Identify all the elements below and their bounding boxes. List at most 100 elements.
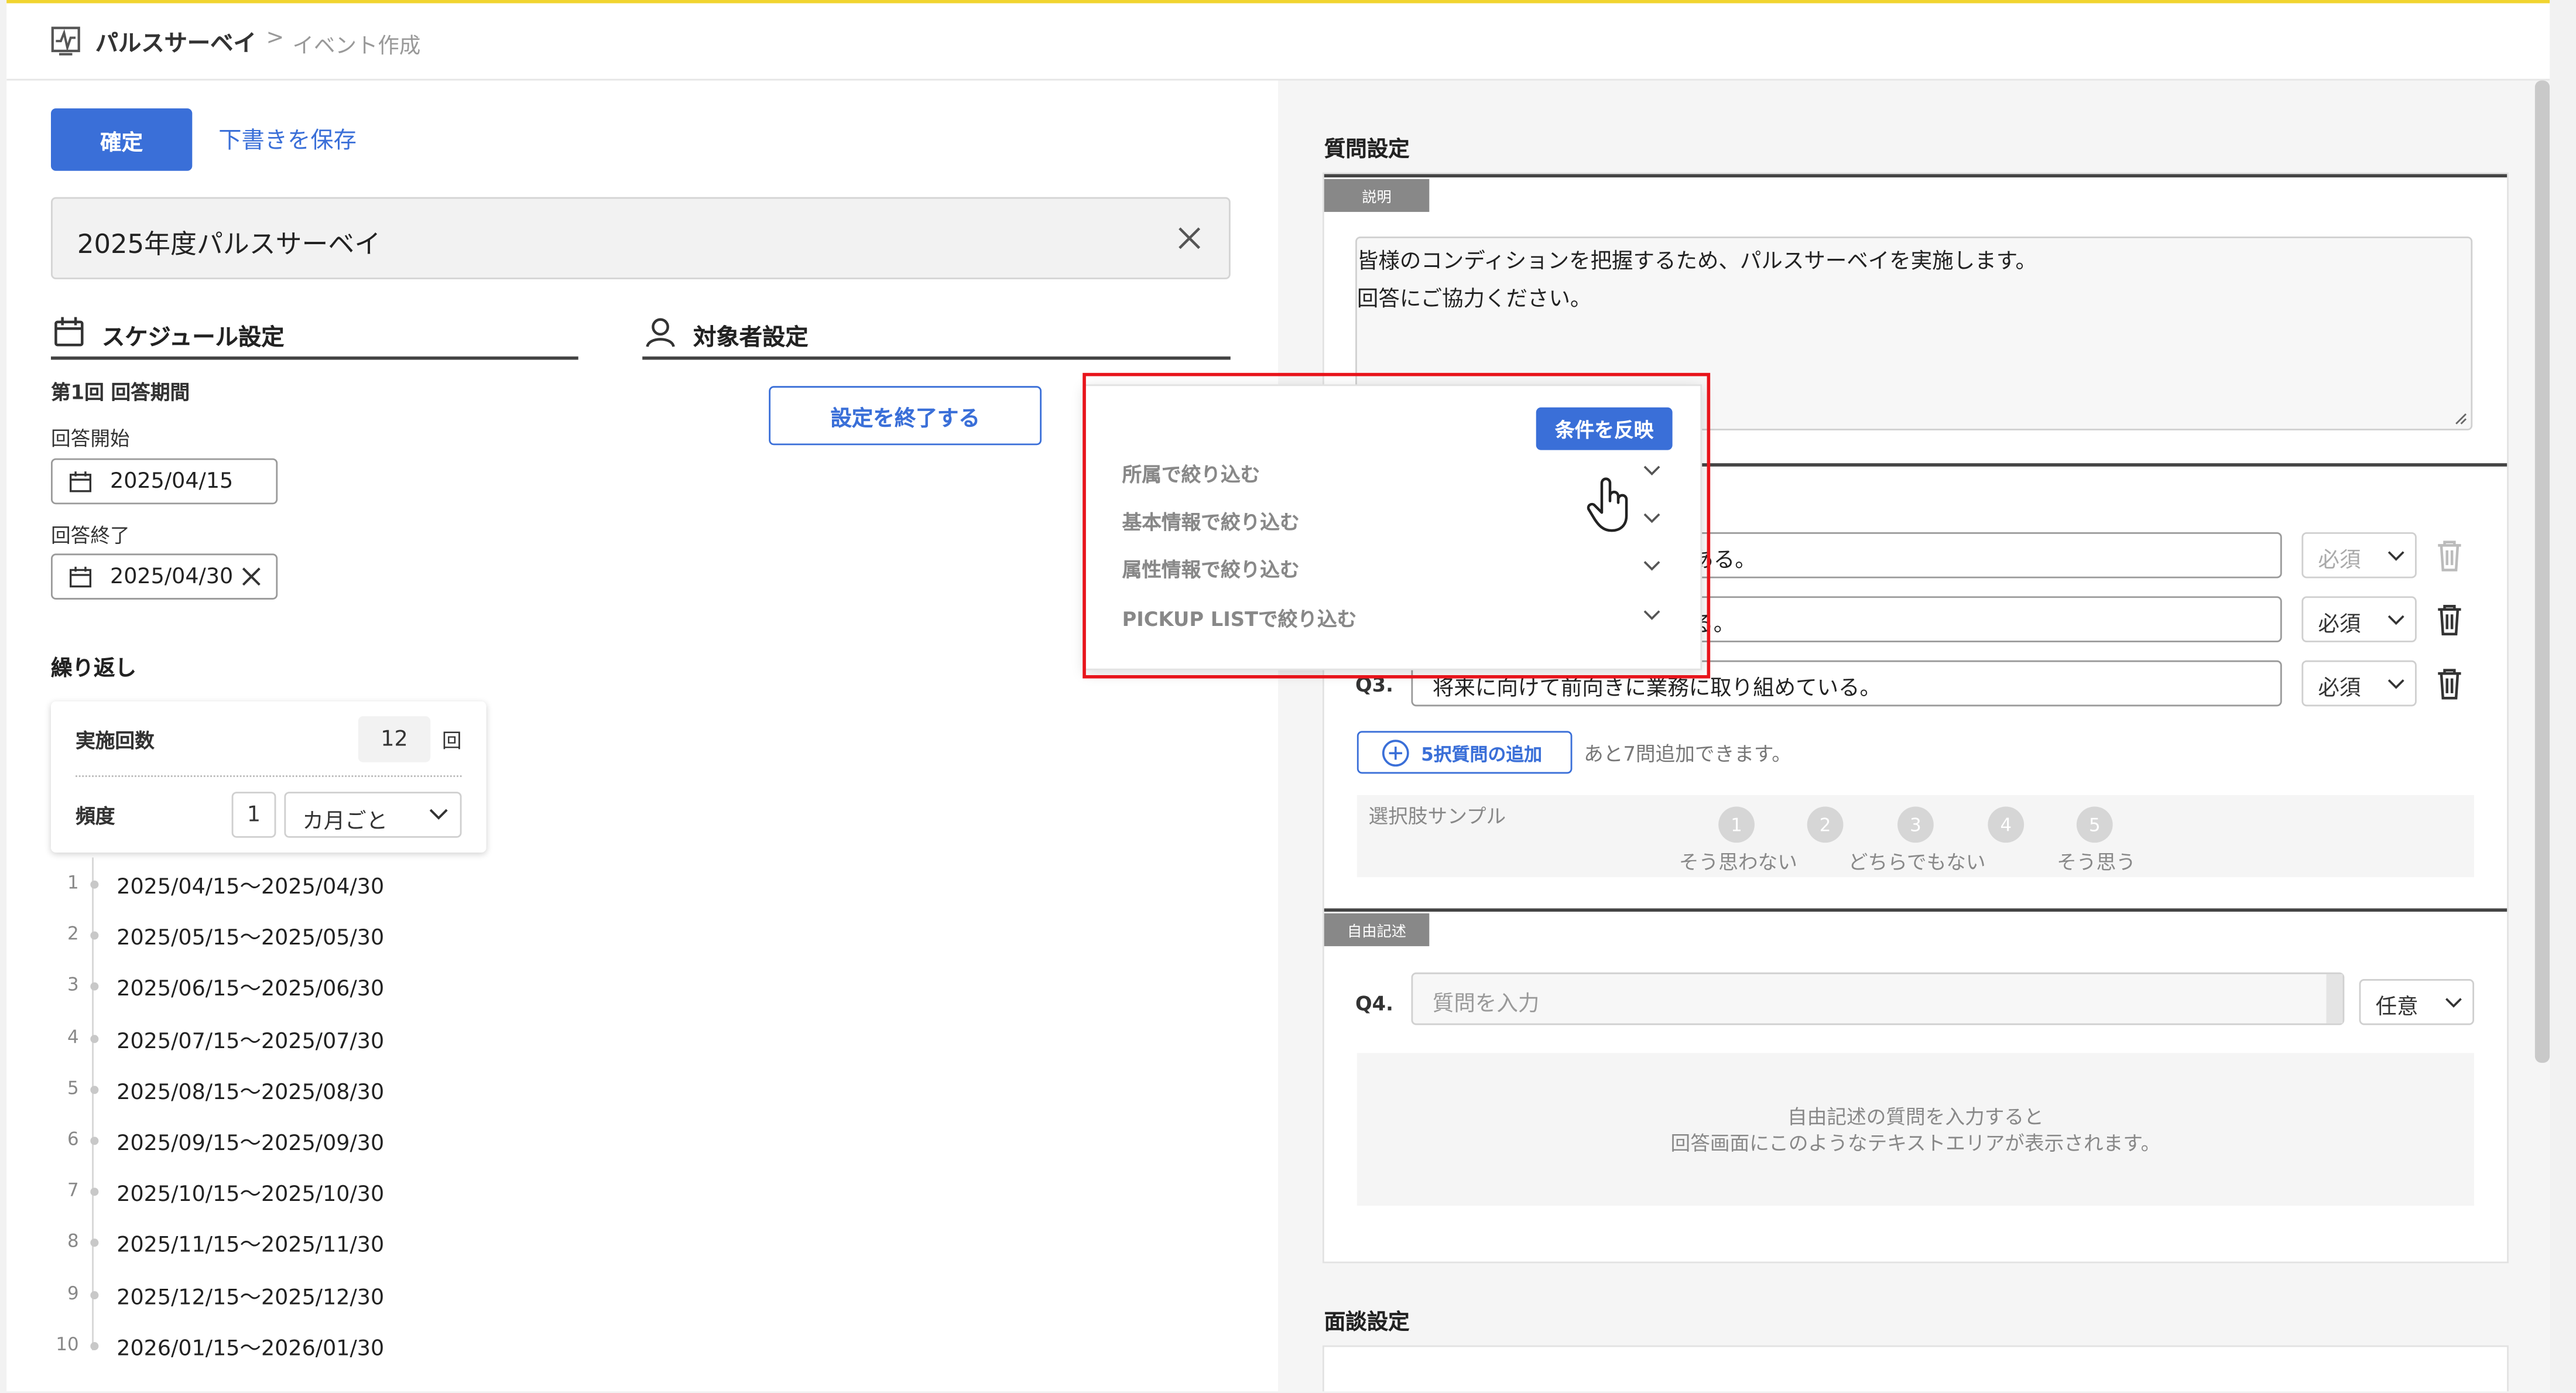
q2-trash-icon[interactable] bbox=[2435, 603, 2465, 636]
count-unit: 回 bbox=[441, 729, 462, 752]
timeline-dot bbox=[90, 1290, 99, 1299]
repeat-divider bbox=[76, 775, 462, 777]
end-date-value: 2025/04/30 bbox=[110, 565, 234, 590]
q1-trash-icon[interactable] bbox=[2435, 539, 2465, 571]
questions-heading: 質問設定 bbox=[1324, 138, 1410, 163]
pulse-app-icon bbox=[49, 25, 82, 57]
period-number: 10 bbox=[56, 1333, 79, 1355]
scale-label-low: そう思わない bbox=[1678, 851, 1797, 874]
start-date-field[interactable]: 2025/04/15 bbox=[50, 458, 278, 505]
period-number: 6 bbox=[67, 1128, 79, 1150]
clear-end-date-icon[interactable] bbox=[241, 567, 261, 587]
q3-required-select[interactable]: 必須 bbox=[2301, 660, 2417, 707]
period-range: 2025/07/15～2025/07/30 bbox=[117, 1029, 385, 1054]
freq-label: 頻度 bbox=[76, 805, 115, 828]
free-note-line2: 回答画面にこのようなテキストエリアが表示されます。 bbox=[1670, 1131, 2161, 1155]
scale-1: 1 bbox=[1718, 806, 1755, 843]
calendar-small-icon bbox=[69, 565, 92, 588]
start-label: 回答開始 bbox=[50, 427, 130, 450]
timeline-dot bbox=[90, 1034, 99, 1043]
chevron-down-icon bbox=[429, 808, 448, 821]
freq-input[interactable]: 1 bbox=[231, 792, 276, 838]
period-range: 2025/06/15～2025/06/30 bbox=[117, 978, 385, 1003]
period-range: 2025/08/15～2025/08/30 bbox=[117, 1080, 385, 1105]
add-question-label: 5択質問の追加 bbox=[1421, 744, 1542, 766]
interview-heading: 面談設定 bbox=[1324, 1310, 1410, 1336]
q4-scrollbar[interactable] bbox=[2326, 974, 2343, 1024]
description-line2: 回答にご協力ください。 bbox=[1356, 287, 1592, 313]
freq-unit-select[interactable]: カ月ごと bbox=[284, 792, 462, 838]
q1-required-select[interactable]: 必須 bbox=[2301, 532, 2417, 579]
q4-required-value: 任意 bbox=[2375, 995, 2419, 1021]
q4-label: Q4. bbox=[1355, 992, 1393, 1015]
chevron-down-icon bbox=[2445, 997, 2463, 1009]
period-label: 第1回 回答期間 bbox=[50, 381, 190, 405]
description-line1: 皆様のコンディションを把握するため、パルスサーベイを実施します。 bbox=[1356, 249, 2037, 275]
q4-required-select[interactable]: 任意 bbox=[2359, 979, 2475, 1025]
period-number: 2 bbox=[67, 923, 79, 945]
remaining-text: あと7問追加できます。 bbox=[1584, 742, 1791, 766]
q2-required-value: 必須 bbox=[2318, 612, 2361, 638]
repeat-heading: 繰り返し bbox=[50, 657, 136, 682]
user-icon bbox=[644, 316, 677, 348]
chevron-down-icon bbox=[2387, 679, 2405, 690]
save-draft-link[interactable]: 下書きを保存 bbox=[218, 123, 357, 156]
count-input[interactable]: 12 bbox=[358, 716, 431, 762]
count-label: 実施回数 bbox=[76, 729, 155, 752]
q2-required-select[interactable]: 必須 bbox=[2301, 596, 2417, 642]
interview-card bbox=[1322, 1345, 2509, 1392]
end-settings-button[interactable]: 設定を終了する bbox=[769, 386, 1042, 446]
timeline-dot bbox=[90, 1137, 99, 1145]
repeat-card: 実施回数 12 回 頻度 1 カ月ごと bbox=[50, 701, 487, 853]
start-date-value: 2025/04/15 bbox=[110, 470, 234, 495]
freq-unit-value: カ月ごと bbox=[302, 810, 388, 835]
period-number: 9 bbox=[67, 1282, 79, 1304]
resize-handle-icon[interactable] bbox=[2454, 412, 2467, 425]
period-number: 5 bbox=[67, 1077, 79, 1099]
end-date-field[interactable]: 2025/04/30 bbox=[50, 553, 278, 600]
timeline-dot bbox=[90, 1085, 99, 1094]
schedule-heading: スケジュール設定 bbox=[101, 325, 285, 352]
scale-4: 4 bbox=[1988, 806, 2025, 843]
scale-label-high: そう思う bbox=[2057, 851, 2136, 874]
breadcrumb-separator: > bbox=[266, 26, 285, 51]
scale-sample: 選択肢サンプル 1 2 3 4 5 そう思わない どちらでもない そう思う bbox=[1356, 795, 2475, 878]
timeline-dot bbox=[90, 932, 99, 940]
sample-label: 選択肢サンプル bbox=[1368, 805, 1506, 828]
free-text-tag: 自由記述 bbox=[1324, 913, 1430, 946]
period-range: 2026/01/15～2026/01/30 bbox=[117, 1337, 385, 1362]
q4-input[interactable]: 質問を入力 bbox=[1411, 972, 2345, 1025]
target-heading: 対象者設定 bbox=[693, 325, 809, 352]
period-range: 2025/12/15～2025/12/30 bbox=[117, 1285, 385, 1310]
clear-title-icon[interactable] bbox=[1176, 225, 1203, 251]
period-number: 7 bbox=[67, 1179, 79, 1202]
period-range: 2025/11/15～2025/11/30 bbox=[117, 1234, 385, 1259]
timeline-dot bbox=[90, 1187, 99, 1196]
event-title-input[interactable]: 2025年度パルスサーベイ bbox=[50, 197, 1231, 279]
breadcrumb-app[interactable]: パルスサーベイ bbox=[95, 26, 256, 59]
confirm-button[interactable]: 確定 bbox=[50, 108, 193, 171]
period-range: 2025/10/15～2025/10/30 bbox=[117, 1183, 385, 1208]
window-scrollbar[interactable] bbox=[2534, 80, 2550, 1063]
end-label: 回答終了 bbox=[50, 523, 130, 547]
timeline-dot bbox=[90, 1341, 99, 1350]
breadcrumb: パルスサーベイ > イベント作成 bbox=[6, 3, 2550, 81]
questions-card: 説明 皆様のコンディションを把握するため、パルスサーベイを実施します。 回答にご… bbox=[1322, 172, 2509, 1264]
schedule-divider bbox=[50, 356, 578, 360]
add-question-button[interactable]: 5択質問の追加 bbox=[1356, 731, 1573, 774]
calendar-icon bbox=[53, 316, 85, 348]
period-number: 4 bbox=[67, 1026, 79, 1048]
period-number: 3 bbox=[67, 974, 79, 997]
scale-3: 3 bbox=[1897, 806, 1934, 843]
q3-required-value: 必須 bbox=[2318, 676, 2361, 701]
description-divider bbox=[1324, 174, 2508, 177]
description-tag: 説明 bbox=[1324, 179, 1430, 212]
period-range: 2025/04/15～2025/04/30 bbox=[117, 875, 385, 901]
breadcrumb-current: イベント作成 bbox=[292, 34, 421, 59]
period-number: 1 bbox=[67, 872, 79, 894]
scale-label-mid: どちらでもない bbox=[1848, 851, 1986, 874]
target-divider bbox=[642, 356, 1231, 360]
q3-trash-icon[interactable] bbox=[2435, 667, 2465, 700]
timeline-dot bbox=[90, 880, 99, 889]
chevron-down-icon bbox=[2387, 550, 2405, 562]
